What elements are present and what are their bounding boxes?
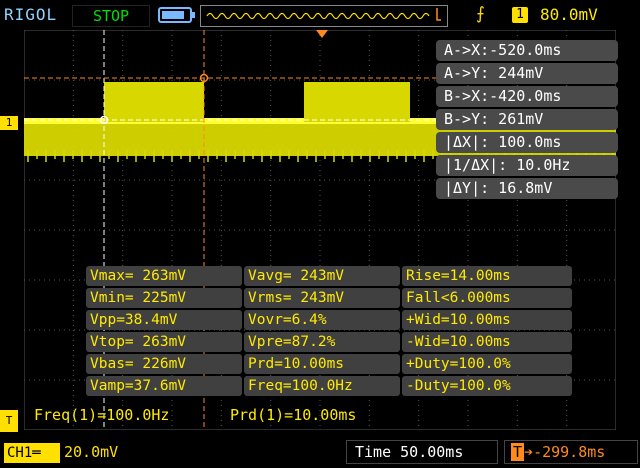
- trigger-source-badge[interactable]: 1: [512, 7, 528, 23]
- trigger-offset-readout[interactable]: T ➔-299.8ms: [504, 440, 638, 464]
- measurement-cell: -Duty=100.0%: [402, 376, 572, 396]
- trigger-level[interactable]: 80.0mV: [540, 5, 598, 24]
- cursor-delta-y: |ΔY|: 16.8mV: [436, 178, 618, 199]
- rising-edge-icon[interactable]: ⨍: [476, 4, 485, 24]
- trigger-level-marker[interactable]: T: [0, 410, 18, 432]
- cursor-b-y: B->Y: 261mV: [436, 109, 618, 130]
- cursor-delta-x: |ΔX|: 100.0ms: [436, 132, 618, 153]
- cursor-inverse-delta-x: |1/ΔX|: 10.0Hz: [436, 155, 618, 176]
- measurement-cell: -Wid=10.00ms: [402, 332, 572, 352]
- cursor-b-x: B->X:-420.0ms: [436, 86, 618, 107]
- trigger-offset-value: -299.8ms: [533, 443, 606, 461]
- waveform-preview-icon: [206, 8, 441, 21]
- battery-icon: [158, 7, 195, 23]
- ch1-badge[interactable]: CH1═: [4, 443, 60, 463]
- brand-logo: RIGOL: [4, 5, 58, 24]
- trigger-position-marker[interactable]: [316, 30, 328, 38]
- measurement-cell: Vamp=37.6mV: [86, 376, 242, 396]
- measurement-cell: Vtop= 263mV: [86, 332, 242, 352]
- ch1-vertical-scale[interactable]: 20.0mV: [64, 443, 118, 461]
- measurement-cell: Vbas= 226mV: [86, 354, 242, 374]
- period-counter: Prd(1)=10.00ms: [230, 406, 357, 424]
- dc-coupling-icon: ═: [32, 445, 41, 461]
- measurement-cell: Freq=100.0Hz: [244, 376, 400, 396]
- measurement-cell: Fall<6.000ms: [402, 288, 572, 308]
- measurement-cell: Rise=14.00ms: [402, 266, 572, 286]
- run-stop-status[interactable]: STOP: [72, 5, 150, 27]
- ch1-ground-marker[interactable]: 1: [0, 116, 18, 130]
- timebase-readout[interactable]: Time 50.00ms: [346, 440, 498, 464]
- ch1-label: CH1: [7, 445, 33, 461]
- measurement-cell: Vmin= 225mV: [86, 288, 242, 308]
- cursor-a-x: A->X:-520.0ms: [436, 40, 618, 61]
- measurement-cell: Vmax= 263mV: [86, 266, 242, 286]
- measurement-cell: Vrms= 243mV: [244, 288, 400, 308]
- measurement-cell: Vovr=6.4%: [244, 310, 400, 330]
- measurement-cell: Vavg= 243mV: [244, 266, 400, 286]
- measurement-cell: +Duty=100.0%: [402, 354, 572, 374]
- measurement-cell: Vpp=38.4mV: [86, 310, 242, 330]
- cursor-a-y: A->Y: 244mV: [436, 63, 618, 84]
- measurement-cell: +Wid=10.00ms: [402, 310, 572, 330]
- measurement-cell: Vpre=87.2%: [244, 332, 400, 352]
- trigger-offset-icon: T: [511, 443, 525, 461]
- frequency-counter: Freq(1)=100.0Hz: [34, 406, 170, 424]
- measurement-cell: Prd=10.00ms: [244, 354, 400, 374]
- trigger-offset-arrow-icon: ➔: [524, 443, 534, 461]
- memory-depth-strip[interactable]: [200, 5, 448, 27]
